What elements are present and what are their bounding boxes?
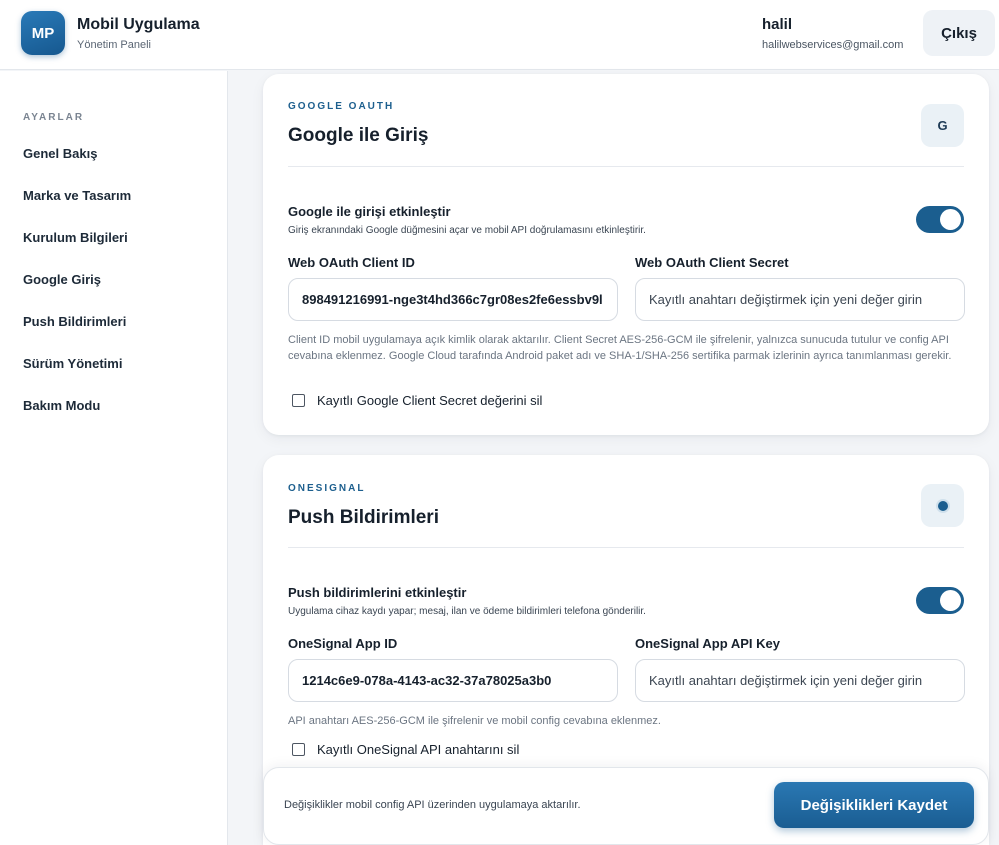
delete-google-secret-label: Kayıtlı Google Client Secret değerini si… [317, 393, 543, 408]
api-key-input[interactable] [635, 659, 965, 702]
onesignal-icon [921, 484, 964, 527]
divider [288, 547, 964, 548]
sidebar-item-google-login[interactable]: Google Giriş [23, 272, 101, 287]
card-eyebrow: ONESIGNAL [288, 483, 366, 494]
client-secret-input[interactable] [635, 278, 965, 321]
push-toggle-description: Uygulama cihaz kaydı yapar; mesaj, ilan … [288, 606, 646, 617]
app-id-input[interactable] [288, 659, 618, 702]
sidebar-item-setup[interactable]: Kurulum Bilgileri [23, 230, 128, 245]
delete-google-secret-row[interactable]: Kayıtlı Google Client Secret değerini si… [292, 393, 542, 408]
card-title: Google ile Giriş [288, 125, 429, 146]
app-title: Mobil Uygulama [77, 16, 200, 33]
sidebar-item-overview[interactable]: Genel Bakış [23, 146, 97, 161]
client-id-input[interactable] [288, 278, 618, 321]
card-eyebrow: GOOGLE OAUTH [288, 101, 395, 112]
push-toggle-title: Push bildirimlerini etkinleştir [288, 585, 467, 600]
onesignal-help-text: API anahtarı AES-256-GCM ile şifrelenir … [288, 715, 661, 727]
sidebar-item-push[interactable]: Push Bildirimleri [23, 314, 126, 329]
delete-google-secret-checkbox[interactable] [292, 394, 305, 407]
user-name: halil [762, 16, 793, 33]
sidebar-item-branding[interactable]: Marka ve Tasarım [23, 188, 131, 203]
delete-onesignal-key-checkbox[interactable] [292, 743, 305, 756]
google-icon: G [921, 104, 964, 147]
card-title: Push Bildirimleri [288, 507, 439, 528]
google-login-toggle[interactable] [916, 206, 964, 233]
google-toggle-description: Giriş ekranındaki Google düğmesini açar … [288, 225, 646, 236]
save-note: Değişiklikler mobil config API üzerinden… [284, 799, 581, 811]
top-bar: MP Mobil Uygulama Yönetim Paneli halil h… [0, 0, 999, 70]
app-logo: MP [21, 11, 65, 55]
google-toggle-title: Google ile girişi etkinleştir [288, 204, 451, 219]
delete-onesignal-key-row[interactable]: Kayıtlı OneSignal API anahtarını sil [292, 742, 519, 757]
logout-button[interactable]: Çıkış [923, 10, 995, 56]
api-key-label: OneSignal App API Key [635, 636, 780, 651]
app-subtitle: Yönetim Paneli [77, 39, 151, 51]
toggle-knob [940, 209, 961, 230]
save-bar: Değişiklikler mobil config API üzerinden… [263, 767, 989, 845]
google-oauth-card: GOOGLE OAUTH Google ile Giriş G Google i… [263, 74, 989, 435]
user-email: halilwebservices@gmail.com [762, 39, 904, 51]
delete-onesignal-key-label: Kayıtlı OneSignal API anahtarını sil [317, 742, 520, 757]
sidebar: AYARLAR Genel Bakış Marka ve Tasarım Kur… [0, 71, 228, 845]
save-changes-button[interactable]: Değişiklikleri Kaydet [774, 782, 974, 828]
sidebar-item-maintenance[interactable]: Bakım Modu [23, 398, 100, 413]
client-secret-label: Web OAuth Client Secret [635, 255, 789, 270]
divider [288, 166, 964, 167]
toggle-knob [940, 590, 961, 611]
sidebar-heading: AYARLAR [23, 112, 85, 123]
client-id-label: Web OAuth Client ID [288, 255, 415, 270]
app-id-label: OneSignal App ID [288, 636, 398, 651]
sidebar-item-versions[interactable]: Sürüm Yönetimi [23, 356, 122, 371]
dot-icon [937, 500, 948, 511]
push-notifications-toggle[interactable] [916, 587, 964, 614]
google-help-text: Client ID mobil uygulamaya açık kimlik o… [288, 334, 952, 362]
